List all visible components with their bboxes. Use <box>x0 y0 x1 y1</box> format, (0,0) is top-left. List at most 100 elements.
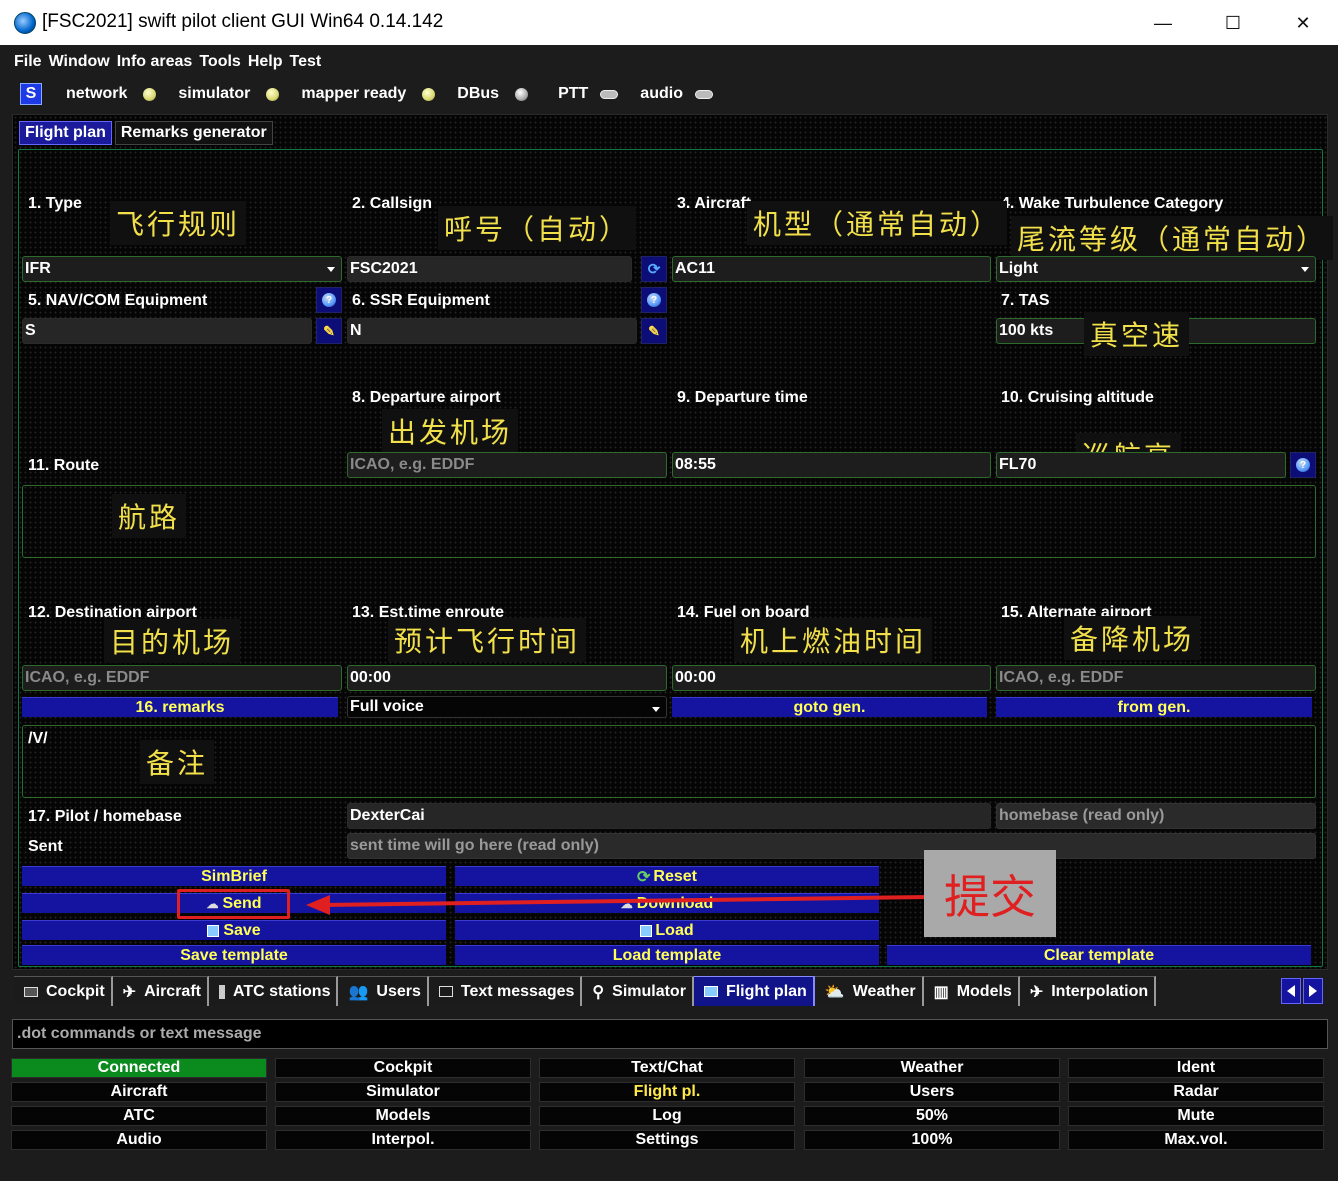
aircraft-field[interactable]: AC11 <box>672 256 991 282</box>
menu-info-areas[interactable]: Info areas <box>117 53 193 73</box>
arrow-right-icon <box>1309 985 1323 997</box>
tab-aircraft[interactable]: ✈ Aircraft <box>112 976 209 1006</box>
ssr-edit-button[interactable]: ✎ <box>641 318 667 344</box>
ssr-field[interactable]: N <box>347 318 637 344</box>
grid-button-50[interactable]: 50% <box>804 1106 1060 1126</box>
menu-help[interactable]: Help <box>248 53 283 73</box>
fuel-field[interactable]: 00:00 <box>672 665 991 691</box>
grid-button-interpol[interactable]: Interpol. <box>275 1130 531 1150</box>
grid-button-simulator[interactable]: Simulator <box>275 1082 531 1102</box>
homebase-field: homebase (read only) <box>996 803 1316 829</box>
route-field[interactable] <box>22 485 1316 558</box>
status-ptt-label: PTT <box>558 85 589 102</box>
menu-tools[interactable]: Tools <box>199 53 240 73</box>
command-placeholder: .dot commands or text message <box>17 1025 262 1042</box>
load-template-button[interactable]: Load template <box>455 945 879 965</box>
save-template-button[interactable]: Save template <box>22 945 446 965</box>
navcom-field[interactable]: S <box>22 318 312 344</box>
menu-test[interactable]: Test <box>289 53 321 73</box>
enroute-field[interactable]: 00:00 <box>347 665 667 691</box>
refresh-icon: ⟳ <box>647 261 661 278</box>
type-select[interactable]: IFR <box>22 256 342 282</box>
tab-flight-plan-bottom[interactable]: Flight plan <box>693 976 815 1006</box>
grid-button-radar[interactable]: Radar <box>1068 1082 1324 1102</box>
swift-badge[interactable]: S <box>20 83 42 105</box>
grid-button-weather[interactable]: Weather <box>804 1058 1060 1078</box>
tab-text-messages[interactable]: Text messages <box>428 976 583 1006</box>
tab-interpolation[interactable]: ✈ Interpolation <box>1019 976 1157 1006</box>
tab-weather[interactable]: ⛅ Weather <box>814 976 924 1006</box>
grid-button-aircraft[interactable]: Aircraft <box>11 1082 267 1102</box>
grid-button-connected[interactable]: Connected <box>11 1058 267 1078</box>
title-bar: [FSC2021] swift pilot client GUI Win64 0… <box>0 0 1338 45</box>
cruise-field[interactable]: FL70 <box>996 452 1286 478</box>
pilot-field[interactable]: DexterCai <box>347 803 991 829</box>
tas-annotation: 真空速 <box>1084 312 1190 356</box>
reset-button[interactable]: ⟳ Reset <box>455 866 879 886</box>
grid-button-100[interactable]: 100% <box>804 1130 1060 1150</box>
grid-button-mute[interactable]: Mute <box>1068 1106 1324 1126</box>
models-icon: ▥ <box>933 983 949 1001</box>
flightplan-tabbar: Flight plan Remarks generator <box>19 121 273 145</box>
departure-annotation: 出发机场 <box>382 409 519 453</box>
command-input[interactable]: .dot commands or text message <box>12 1019 1328 1049</box>
alternate-field[interactable]: ICAO, e.g. EDDF <box>996 665 1316 691</box>
menu-file[interactable]: File <box>14 53 42 73</box>
navcom-edit-button[interactable]: ✎ <box>316 318 342 344</box>
remarks-field[interactable] <box>22 725 1316 798</box>
tab-cockpit[interactable]: Cockpit <box>14 976 113 1006</box>
load-button[interactable]: Load <box>455 920 879 940</box>
menu-bar: File Window Info areas Tools Help Test <box>14 53 321 73</box>
ssr-info-button[interactable]: ? <box>641 287 667 313</box>
remarks-button[interactable]: 16. remarks <box>22 697 338 717</box>
grid-button-cockpit[interactable]: Cockpit <box>275 1058 531 1078</box>
tab-text-label: Text messages <box>460 982 575 1000</box>
flightplan-icon <box>703 986 718 997</box>
grid-button-text-chat[interactable]: Text/Chat <box>539 1058 795 1078</box>
grid-button-max-vol[interactable]: Max.vol. <box>1068 1130 1324 1150</box>
tab-atc-stations[interactable]: ATC stations <box>208 976 339 1006</box>
grid-button-audio[interactable]: Audio <box>11 1130 267 1150</box>
save-button[interactable]: Save <box>22 920 446 940</box>
tab-scroll-left-button[interactable] <box>1281 978 1301 1004</box>
departure-field[interactable]: ICAO, e.g. EDDF <box>347 452 667 478</box>
grid-button-flight-pl[interactable]: Flight pl. <box>539 1082 795 1102</box>
grid-button-atc[interactable]: ATC <box>11 1106 267 1126</box>
destination-field[interactable]: ICAO, e.g. EDDF <box>22 665 342 691</box>
type-label: 1. Type <box>28 195 82 212</box>
voice-select[interactable]: Full voice <box>347 696 667 718</box>
tab-simulator[interactable]: ⚲ Simulator <box>582 976 694 1006</box>
dep-time-field[interactable]: 08:55 <box>672 452 991 478</box>
simbrief-button[interactable]: SimBrief <box>22 866 446 886</box>
wake-select[interactable]: Light <box>996 256 1316 282</box>
close-button[interactable]: ✕ <box>1280 8 1326 38</box>
tab-flight-plan[interactable]: Flight plan <box>19 121 112 145</box>
menu-window[interactable]: Window <box>49 53 110 73</box>
floppy-icon <box>207 924 220 937</box>
dep-time-label: 9. Departure time <box>677 389 808 406</box>
grid-button-settings[interactable]: Settings <box>539 1130 795 1150</box>
grid-button-log[interactable]: Log <box>539 1106 795 1126</box>
remarks-annotation: 备注 <box>140 740 215 784</box>
network-led-icon <box>143 87 157 101</box>
wake-label: 4. Wake Turbulence Category <box>1001 195 1224 212</box>
cruise-info-button[interactable]: ? <box>1290 452 1316 478</box>
clear-template-button[interactable]: Clear template <box>887 945 1311 965</box>
tab-models[interactable]: ▥ Models <box>923 976 1020 1006</box>
callsign-field[interactable]: FSC2021 <box>347 256 632 282</box>
reset-label: Reset <box>653 867 697 885</box>
navcom-info-button[interactable]: ? <box>316 287 342 313</box>
grid-button-users[interactable]: Users <box>804 1082 1060 1102</box>
grid-button-models[interactable]: Models <box>275 1106 531 1126</box>
minimize-button[interactable]: — <box>1140 8 1186 38</box>
maximize-button[interactable]: ☐ <box>1210 8 1256 38</box>
wake-annotation: 尾流等级（通常自动） <box>1011 216 1334 260</box>
tab-scroll-right-button[interactable] <box>1303 978 1323 1004</box>
arrow-left-icon <box>1281 985 1295 997</box>
from-gen-button[interactable]: from gen. <box>996 697 1312 717</box>
grid-button-ident[interactable]: Ident <box>1068 1058 1324 1078</box>
tab-users[interactable]: 👥 Users <box>338 976 429 1006</box>
tab-remarks-generator[interactable]: Remarks generator <box>114 121 273 145</box>
goto-gen-button[interactable]: goto gen. <box>672 697 987 717</box>
refresh-callsign-button[interactable]: ⟳ <box>641 256 667 282</box>
